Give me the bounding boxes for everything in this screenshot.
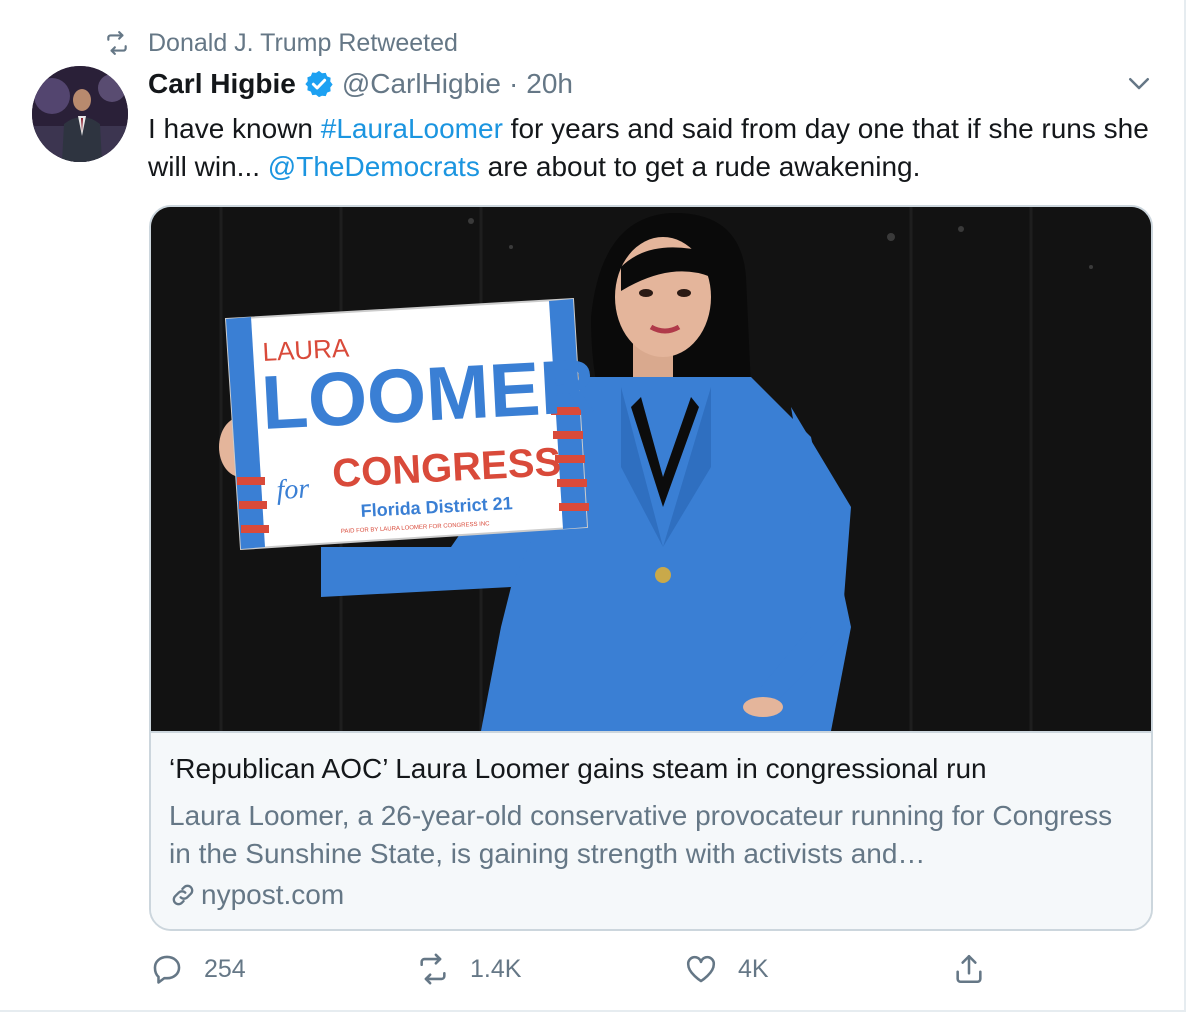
card-title: ‘Republican AOC’ Laura Loomer gains stea… xyxy=(169,753,987,784)
separator-dot: · xyxy=(508,68,519,99)
mention-link[interactable]: @TheDemocrats xyxy=(268,151,480,182)
display-name[interactable]: Carl Higbie xyxy=(148,68,296,100)
avatar-photo xyxy=(32,66,128,162)
card-photo: LAURA LOOMER for CONGRESS Florida Distri… xyxy=(151,207,1151,731)
hashtag-link[interactable]: #LauraLoomer xyxy=(321,113,503,144)
link-icon xyxy=(172,884,194,906)
verified-badge-icon xyxy=(305,70,333,98)
sign-for-text: for xyxy=(276,473,310,506)
card-description: Laura Loomer, a 26-year-old conservative… xyxy=(169,800,1113,869)
retweet-icon xyxy=(420,953,446,985)
tweet-text-segment: I have known xyxy=(148,113,321,144)
card-domain: nypost.com xyxy=(169,879,344,911)
tweet[interactable]: Donald J. Trump Retweeted Carl Higbie @C… xyxy=(0,0,1186,1012)
handle[interactable]: @CarlHigbie xyxy=(342,68,501,100)
retweet-button[interactable]: 1.4K xyxy=(416,952,521,986)
tweet-header: Carl Higbie @CarlHigbie · 20h xyxy=(148,64,573,104)
tweet-actions: 254 1.4K 4K xyxy=(0,952,1186,992)
like-count: 4K xyxy=(738,954,769,983)
heart-icon xyxy=(686,955,716,983)
retweet-context[interactable]: Donald J. Trump Retweeted xyxy=(104,28,458,58)
like-button[interactable]: 4K xyxy=(684,952,769,986)
retweet-context-text: Donald J. Trump Retweeted xyxy=(148,28,458,57)
avatar[interactable] xyxy=(32,66,128,162)
retweet-count: 1.4K xyxy=(470,954,522,983)
tweet-text-segment: are about to get a rude awakening. xyxy=(479,151,921,182)
reply-icon xyxy=(153,955,181,984)
card-image[interactable]: LAURA LOOMER for CONGRESS Florida Distri… xyxy=(151,207,1151,731)
share-button[interactable] xyxy=(952,952,1006,986)
tweet-text: I have known #LauraLoomer for years and … xyxy=(148,110,1158,186)
reply-button[interactable]: 254 xyxy=(150,952,246,986)
timestamp[interactable]: 20h xyxy=(526,68,573,100)
retweet-icon xyxy=(107,31,127,55)
sign-name-text: LOOMER xyxy=(259,344,597,446)
share-icon xyxy=(956,954,982,984)
reply-count: 254 xyxy=(204,954,246,983)
card-domain-text: nypost.com xyxy=(201,879,345,910)
card-body[interactable]: ‘Republican AOC’ Laura Loomer gains stea… xyxy=(151,731,1151,929)
chevron-down-icon[interactable] xyxy=(1124,68,1154,98)
link-card[interactable]: LAURA LOOMER for CONGRESS Florida Distri… xyxy=(149,205,1153,931)
